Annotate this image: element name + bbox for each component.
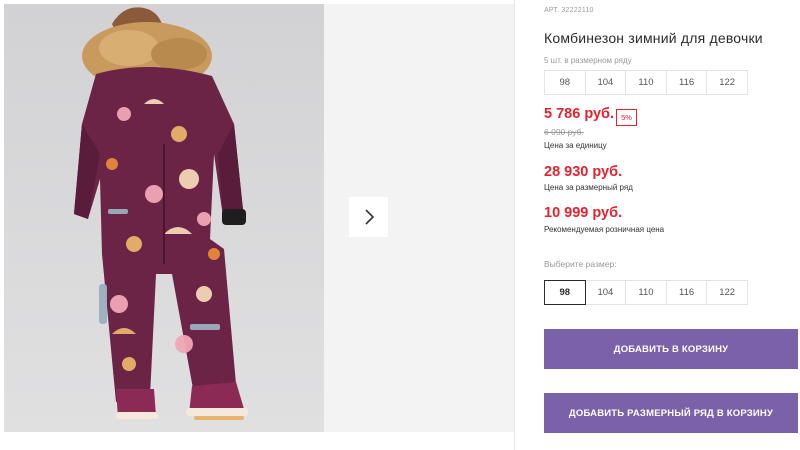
size-selector: 98 104 110 116 122 xyxy=(544,280,748,305)
pack-size-122: 122 xyxy=(706,70,748,95)
unit-price: 5 786 руб. xyxy=(544,106,615,122)
size-option-104[interactable]: 104 xyxy=(584,280,627,305)
child-winter-suit-illustration xyxy=(4,4,324,432)
size-option-110[interactable]: 110 xyxy=(625,280,667,305)
product-sku: АРТ. 32222110 xyxy=(544,7,594,14)
select-size-label: Выберите размер: xyxy=(544,259,617,269)
product-photo[interactable] xyxy=(4,4,324,432)
size-option-122[interactable]: 122 xyxy=(706,280,748,305)
add-to-cart-button[interactable]: ДОБАВИТЬ В КОРЗИНУ xyxy=(544,329,798,369)
pack-price-caption: Цена за размерный ряд xyxy=(544,183,633,192)
pack-size-list: 98 104 110 116 122 xyxy=(544,70,748,95)
product-gallery xyxy=(0,0,515,450)
pack-size-116: 116 xyxy=(665,70,708,95)
chevron-right-icon xyxy=(364,209,374,225)
next-image-button[interactable] xyxy=(349,197,388,237)
old-price: 6 090 руб. xyxy=(544,127,584,137)
pack-size-110: 110 xyxy=(625,70,667,95)
size-option-116[interactable]: 116 xyxy=(665,280,708,305)
pack-size-note: 5 шт. в размерном ряду xyxy=(544,56,632,65)
retail-price: 10 999 руб. xyxy=(544,205,623,221)
product-title: Комбинезон зимний для девочки xyxy=(544,30,763,46)
discount-badge: 5% xyxy=(616,109,637,126)
product-info-panel: АРТ. 32222110 Комбинезон зимний для дево… xyxy=(544,0,800,450)
pack-size-104: 104 xyxy=(584,70,627,95)
pack-price: 28 930 руб. xyxy=(544,164,623,180)
add-pack-to-cart-button[interactable]: ДОБАВИТЬ РАЗМЕРНЫЙ РЯД В КОРЗИНУ xyxy=(544,393,798,433)
size-option-98[interactable]: 98 xyxy=(544,280,586,305)
pack-size-98: 98 xyxy=(544,70,586,95)
panel-divider xyxy=(514,0,515,450)
unit-price-caption: Цена за единицу xyxy=(544,141,607,150)
retail-price-caption: Рекомендуемая розничная цена xyxy=(544,225,665,234)
